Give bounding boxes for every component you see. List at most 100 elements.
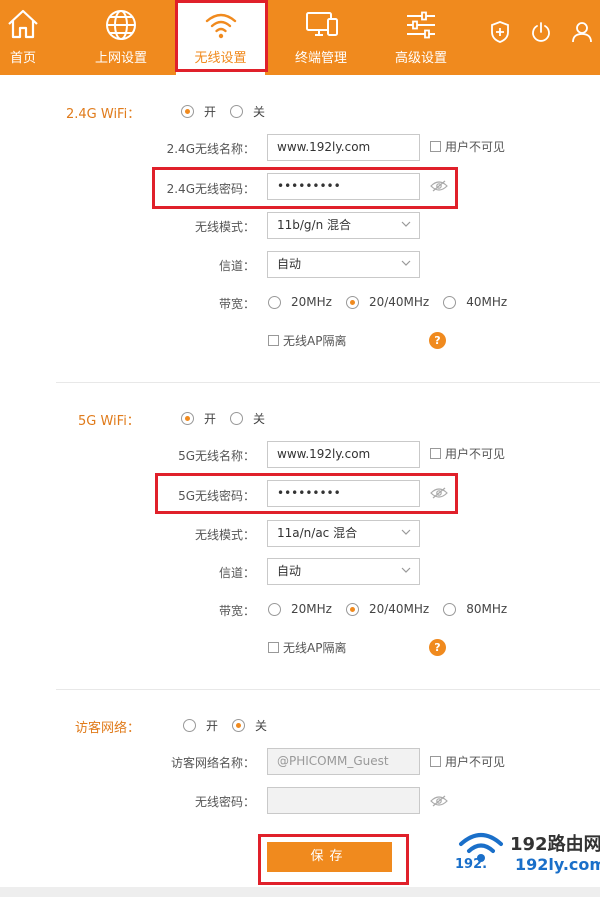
bw-20-label: 20MHz — [291, 295, 332, 309]
wifi-icon — [205, 13, 237, 39]
top-nav: 首页 上网设置 无线设置 终端管理 高级设置 — [0, 0, 600, 75]
eye-slash-icon[interactable] — [430, 795, 448, 807]
wifi5-on-radio[interactable] — [181, 412, 194, 425]
wifi24-on-radio[interactable] — [181, 105, 194, 118]
wifi24-ssid-input[interactable]: www.192ly.com — [267, 134, 420, 161]
select-value: 11b/g/n 混合 — [277, 218, 352, 232]
devices-icon — [306, 12, 338, 36]
bw-80-radio[interactable] — [443, 602, 457, 616]
wifi24-off-radio[interactable] — [230, 105, 244, 118]
power-icon[interactable] — [530, 20, 552, 44]
wifi24-ssid-label: 2.4G无线名称： — [166, 142, 255, 156]
help-icon[interactable]: ? — [429, 332, 446, 349]
bw-2040-radio[interactable] — [345, 602, 359, 616]
guest-on-label: 开 — [206, 719, 219, 733]
wifi5-mode-label: 无线模式： — [194, 528, 255, 542]
select-value: 自动 — [277, 564, 302, 578]
bw-80-label: 80MHz — [466, 602, 508, 616]
checkbox-box[interactable] — [430, 141, 441, 152]
watermark-domain: 192ly.com — [515, 855, 600, 874]
wifi24-toggle: 开 关 — [181, 103, 279, 120]
section-divider — [56, 689, 600, 690]
bw-20-label: 20MHz — [291, 602, 332, 616]
guest-on-radio[interactable] — [183, 719, 196, 732]
chevron-down-icon — [401, 221, 411, 227]
user-icon[interactable] — [570, 20, 594, 44]
checkbox-box[interactable] — [268, 642, 279, 653]
bw-20-radio[interactable] — [268, 602, 281, 616]
wifi5-title: 5G WiFi： — [78, 414, 140, 429]
bw-2040-label: 20/40MHz — [368, 602, 430, 616]
wifi24-password-input[interactable]: ••••••••• — [267, 173, 420, 200]
wifi5-channel-select[interactable]: 自动 — [267, 558, 420, 585]
eye-slash-icon[interactable] — [430, 487, 448, 499]
guest-title: 访客网络： — [75, 721, 141, 736]
checkbox-box[interactable] — [430, 448, 441, 459]
help-icon[interactable]: ? — [429, 639, 446, 656]
shield-plus-icon[interactable] — [489, 20, 511, 44]
wifi5-hidden-checkbox[interactable]: 用户不可见 — [430, 445, 505, 462]
checkbox-label: 无线AP隔离 — [283, 334, 347, 348]
nav-label: 高级设置 — [394, 51, 447, 66]
wifi5-ssid-input[interactable]: www.192ly.com — [267, 441, 420, 468]
checkbox-label: 用户不可见 — [445, 447, 506, 461]
guest-toggle: 开 关 — [183, 717, 281, 734]
watermark-brand: 192路由网 — [510, 834, 600, 855]
wifi24-bandwidth-options: 20MHz 20/40MHz 40MHz — [268, 295, 521, 309]
guest-ssid-label: 访客网络名称： — [170, 756, 255, 770]
wifi5-ssid-label: 5G无线名称： — [178, 449, 255, 463]
sliders-icon — [407, 11, 435, 39]
select-value: 11a/n/ac 混合 — [277, 526, 358, 540]
watermark-logo: 192路由网 192. 192ly.com — [455, 828, 600, 876]
wifi5-mode-select[interactable]: 11a/n/ac 混合 — [267, 520, 420, 547]
wifi5-bandwidth-label: 带宽： — [218, 604, 255, 618]
save-button[interactable]: 保存 — [267, 842, 392, 872]
nav-internet-settings[interactable]: 上网设置 — [85, 0, 157, 75]
wifi5-toggle: 开 关 — [181, 410, 279, 427]
wifi24-hidden-checkbox[interactable]: 用户不可见 — [430, 138, 505, 155]
guest-off-radio[interactable] — [232, 719, 246, 732]
guest-hidden-checkbox[interactable]: 用户不可见 — [430, 753, 505, 770]
wifi24-bandwidth-label: 带宽： — [218, 297, 255, 311]
bw-2040-label: 20/40MHz — [368, 295, 430, 309]
nav-home[interactable]: 首页 — [0, 0, 46, 75]
guest-password-input[interactable] — [267, 787, 420, 814]
wifi5-off-label: 关 — [253, 412, 266, 426]
wifi5-channel-label: 信道： — [218, 566, 255, 580]
nav-label: 首页 — [9, 51, 36, 66]
bw-20-radio[interactable] — [268, 295, 281, 309]
wifi5-password-input[interactable]: ••••••••• — [267, 480, 420, 507]
bw-2040-radio[interactable] — [345, 295, 359, 309]
eye-slash-icon[interactable] — [430, 180, 448, 192]
wifi5-off-radio[interactable] — [230, 412, 244, 425]
checkbox-label: 无线AP隔离 — [283, 641, 347, 655]
wifi24-mode-label: 无线模式： — [194, 220, 255, 234]
watermark-ip: 192. — [455, 857, 488, 872]
guest-ssid-input[interactable]: @PHICOMM_Guest — [267, 748, 420, 775]
wifi24-channel-select[interactable]: 自动 — [267, 251, 420, 278]
guest-password-label: 无线密码： — [194, 795, 255, 809]
bw-40-radio[interactable] — [443, 295, 457, 309]
nav-label: 无线设置 — [194, 51, 247, 66]
nav-wireless-settings[interactable]: 无线设置 — [176, 0, 265, 75]
wifi24-channel-label: 信道： — [218, 259, 255, 273]
wifi5-ap-isolation-checkbox[interactable]: 无线AP隔离 — [268, 639, 346, 656]
section-divider — [56, 382, 600, 383]
home-icon — [8, 9, 38, 39]
wifi24-mode-select[interactable]: 11b/g/n 混合 — [267, 212, 420, 239]
checkbox-label: 用户不可见 — [445, 140, 506, 154]
bw-40-label: 40MHz — [466, 295, 508, 309]
nav-label: 上网设置 — [94, 51, 147, 66]
nav-advanced-settings[interactable]: 高级设置 — [385, 0, 457, 75]
globe-icon — [106, 10, 136, 40]
nav-device-management[interactable]: 终端管理 — [285, 0, 357, 75]
checkbox-box[interactable] — [268, 335, 279, 346]
chevron-down-icon — [401, 529, 411, 535]
chevron-down-icon — [401, 260, 411, 266]
chevron-down-icon — [401, 567, 411, 573]
checkbox-box[interactable] — [430, 756, 441, 767]
wifi5-bandwidth-options: 20MHz 20/40MHz 80MHz — [268, 602, 521, 616]
wifi24-ap-isolation-checkbox[interactable]: 无线AP隔离 — [268, 332, 346, 349]
nav-label: 终端管理 — [294, 51, 347, 66]
checkbox-label: 用户不可见 — [445, 755, 506, 769]
